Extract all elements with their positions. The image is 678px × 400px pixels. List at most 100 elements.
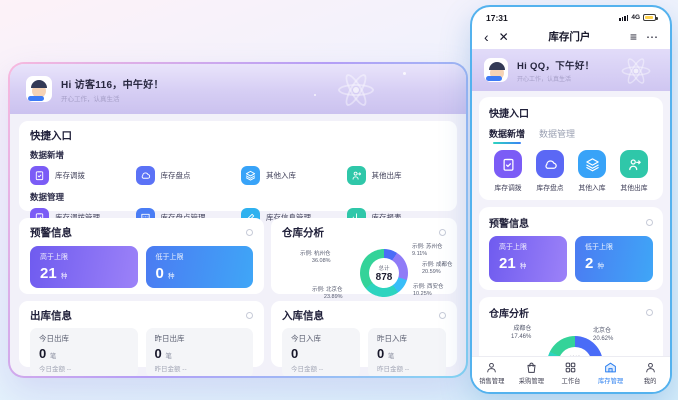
quick-item-label: 库存调拨 xyxy=(55,170,85,181)
tab-workbench[interactable]: 工作台 xyxy=(551,361,591,392)
alert-above-limit-card: 高于上限 21 种 xyxy=(489,236,567,282)
alert-unit: 种 xyxy=(168,273,175,280)
quick-entry-card: 快捷入口 数据新增 库存调拨 库存盘点 其他入库 xyxy=(19,121,457,211)
atom-decoration xyxy=(620,58,652,84)
person-arrow-icon xyxy=(620,150,648,178)
quick-item-stocktake[interactable]: 库存盘点 xyxy=(531,150,569,192)
tab-label: 我的 xyxy=(644,376,657,385)
alert-info-card: 预警信息 高于上限 21 种 低于上限 2 种 xyxy=(479,207,663,290)
atom-decoration xyxy=(336,74,376,106)
today-inbound-card: 今日入库 0 今日金额 -- xyxy=(282,328,360,378)
donut-label: 成都仓17.46% xyxy=(511,326,531,341)
stat-value: 0 xyxy=(39,346,46,361)
warehouse-analysis-title: 仓库分析 xyxy=(489,305,529,320)
quick-item-other-inbound[interactable]: 其他入库 xyxy=(573,150,611,192)
alert-label: 低于上限 xyxy=(585,242,643,252)
alert-label: 低于上限 xyxy=(156,252,244,262)
avatar[interactable] xyxy=(484,58,508,82)
tab-purchase-manage[interactable]: 采购管理 xyxy=(512,361,552,392)
stat-label: 昨日出库 xyxy=(155,333,245,344)
layers-icon xyxy=(241,166,260,185)
refresh-icon[interactable] xyxy=(439,229,446,236)
stat-value: 0 xyxy=(291,346,298,361)
alert-unit: 种 xyxy=(61,273,68,280)
alert-below-limit-card: 低于上限 2 种 xyxy=(575,236,653,282)
stat-sub: 昨日金额 -- xyxy=(377,363,437,373)
alert-unit: 种 xyxy=(520,263,527,270)
tab-label: 库存管理 xyxy=(598,376,623,385)
signal-bars-icon xyxy=(619,15,628,21)
warehouse-analysis-card: 仓库分析 总计 878 示例: 苏州仓9.11% 示例: 成都仓20.59% 示… xyxy=(271,218,457,294)
refresh-icon[interactable] xyxy=(646,309,653,316)
status-bar: 17:31 4G xyxy=(472,7,670,24)
refresh-icon[interactable] xyxy=(439,312,446,319)
alert-unit: 种 xyxy=(598,263,605,270)
mobile-panel: 17:31 4G ‹ ✕ 库存门户 ≡ ⋯ Hi QQ，下午好！ 开心工作，认真… xyxy=(470,5,672,394)
inbound-info-title: 入库信息 xyxy=(282,308,324,323)
refresh-icon[interactable] xyxy=(246,312,253,319)
donut-label: 示例: 成都仓20.59% xyxy=(422,262,453,276)
quick-item-label: 库存调拨 xyxy=(494,182,521,192)
alert-info-title: 预警信息 xyxy=(489,215,529,230)
tab-inventory-manage[interactable]: 库存管理 xyxy=(591,361,631,392)
alert-value: 21 xyxy=(40,265,57,282)
person-icon xyxy=(485,361,498,374)
quick-item-other-inbound[interactable]: 其他入库 xyxy=(241,166,341,185)
donut-center: 总计 878 xyxy=(369,258,399,288)
tab-data-add[interactable]: 数据新增 xyxy=(489,127,525,144)
sparkle-decoration xyxy=(403,72,406,75)
bottom-tab-bar: 销售管理 采购管理 工作台 库存管理 我的 xyxy=(472,356,670,392)
stat-unit: 笔 xyxy=(50,353,57,360)
donut-label: 示例: 杭州仓36.08% xyxy=(300,251,331,265)
bag-icon xyxy=(525,361,538,374)
outbound-info-card: 出库信息 今日出库 0 笔 今日金额 -- 昨日出库 0 笔 昨日金额 -- xyxy=(19,301,264,367)
alert-info-card: 预警信息 高于上限 21 种 低于上限 0 种 xyxy=(19,218,264,294)
stat-label: 昨日入库 xyxy=(377,333,437,344)
quick-item-label: 库存盘点 xyxy=(161,170,191,181)
alert-above-limit-card: 高于上限 21 种 xyxy=(30,246,138,288)
person-icon xyxy=(644,361,657,374)
menu-icon[interactable]: ≡ xyxy=(630,31,637,43)
quick-item-label: 其他入库 xyxy=(578,182,605,192)
refresh-icon[interactable] xyxy=(246,229,253,236)
stat-value: 0 xyxy=(377,346,384,361)
greeting-title: Hi 访客116，中午好！ xyxy=(61,76,164,91)
inbound-info-card: 入库信息 今日入库 0 今日金额 -- 昨日入库 0 笔 昨日金额 -- xyxy=(271,301,457,367)
refresh-icon[interactable] xyxy=(646,219,653,226)
battery-icon xyxy=(643,14,656,21)
back-icon[interactable]: ‹ xyxy=(484,30,489,44)
close-icon[interactable]: ✕ xyxy=(499,31,509,43)
active-tab-underline xyxy=(493,142,521,145)
avatar[interactable] xyxy=(26,76,52,102)
cloud-icon xyxy=(136,166,155,185)
clipboard-transfer-icon xyxy=(30,166,49,185)
donut-label: 示例: 苏州仓9.11% xyxy=(412,244,443,258)
donut-center-label: 总计 xyxy=(378,264,389,272)
alert-label: 高于上限 xyxy=(40,252,128,262)
quick-item-transfer[interactable]: 库存调拨 xyxy=(489,150,527,192)
tab-data-manage[interactable]: 数据管理 xyxy=(539,127,575,144)
quick-item-other-outbound[interactable]: 其他出库 xyxy=(615,150,653,192)
stat-sub: 昨日金额 -- xyxy=(155,363,245,373)
clipboard-transfer-icon xyxy=(494,150,522,178)
greeting-subtitle: 开心工作，认真生活 xyxy=(61,93,164,103)
clock: 17:31 xyxy=(486,13,508,23)
outbound-info-title: 出库信息 xyxy=(30,308,72,323)
warehouse-icon xyxy=(604,361,617,374)
tab-profile[interactable]: 我的 xyxy=(630,361,670,392)
alert-info-title: 预警信息 xyxy=(30,225,72,240)
stat-label: 今日入库 xyxy=(291,333,351,344)
quick-item-transfer[interactable]: 库存调拨 xyxy=(30,166,130,185)
more-icon[interactable]: ⋯ xyxy=(646,31,658,43)
quick-item-other-outbound[interactable]: 其他出库 xyxy=(347,166,447,185)
stat-label: 今日出库 xyxy=(39,333,129,344)
greeting-title: Hi QQ，下午好！ xyxy=(517,58,594,72)
layers-icon xyxy=(578,150,606,178)
group-data-add-label: 数据新增 xyxy=(30,149,446,161)
warehouse-donut-chart: 总计 878 示例: 苏州仓9.11% 示例: 成都仓20.59% 示例: 西安… xyxy=(282,244,446,302)
avatar-badge xyxy=(28,96,44,101)
group-data-manage-label: 数据管理 xyxy=(30,191,446,203)
tab-sales-manage[interactable]: 销售管理 xyxy=(472,361,512,392)
quick-item-stocktake[interactable]: 库存盘点 xyxy=(136,166,236,185)
quick-item-label: 其他入库 xyxy=(266,170,296,181)
